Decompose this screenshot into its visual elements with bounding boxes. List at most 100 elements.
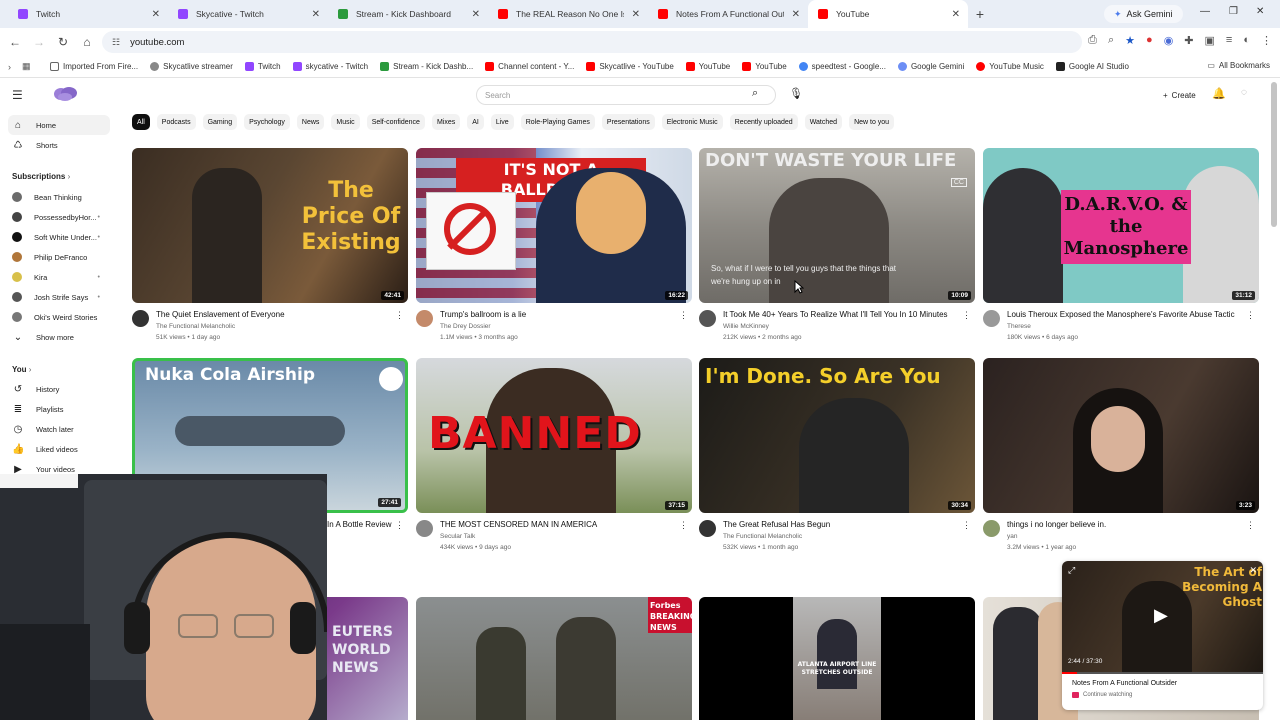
close-icon[interactable]: ✕ <box>312 9 320 20</box>
tab-skycative[interactable]: Skycative - Twitch ✕ <box>168 0 328 28</box>
chip[interactable]: Role-Playing Games <box>520 114 595 130</box>
maximize-button[interactable]: ❐ <box>1229 6 1238 17</box>
more-options-icon[interactable]: ⋮ <box>395 310 404 321</box>
video-title[interactable]: things i no longer believe in. <box>1007 520 1242 529</box>
video-thumbnail[interactable]: ATLANTA AIRPORT LINE STRETCHES OUTSIDE <box>699 597 975 720</box>
bookmark-item[interactable]: Skycatlive - YouTube <box>580 62 679 71</box>
video-thumbnail[interactable]: D.A.R.V.O. & the Manosphere 31:12 <box>983 148 1259 303</box>
bookmark-item[interactable]: skycative - Twitch <box>287 62 375 71</box>
more-options-icon[interactable]: ⋮ <box>1246 520 1255 531</box>
chip[interactable]: News <box>296 114 325 130</box>
sidepanel-icon[interactable]: ▣ <box>1205 34 1215 47</box>
sidebar-item-subscription[interactable]: Philip DeFranco <box>8 247 110 267</box>
more-options-icon[interactable]: ⋮ <box>1246 310 1255 321</box>
more-options-icon[interactable]: ⋮ <box>962 310 971 321</box>
video-title[interactable]: Louis Theroux Exposed the Manosphere's F… <box>1007 310 1242 319</box>
video-title[interactable]: Trump's ballroom is a lie <box>440 310 675 319</box>
chip[interactable]: Gaming <box>202 114 238 130</box>
more-options-icon[interactable]: ⋮ <box>679 520 688 531</box>
zoom-icon[interactable]: ⌕ <box>1108 34 1114 47</box>
bookmarks-chevron-icon[interactable]: › <box>8 62 22 72</box>
video-card[interactable]: Forbes BREAKING NEWS <box>416 597 692 720</box>
sidebar-item-subscription[interactable]: Josh Strife Says • <box>8 287 110 307</box>
extension-icon[interactable]: ● <box>1146 34 1153 47</box>
extension-icon[interactable]: ◉ <box>1164 34 1174 47</box>
microphone-icon[interactable]: 🎙 <box>789 87 803 100</box>
sidebar-item-subscription[interactable]: PossessedbyHor... • <box>8 207 110 227</box>
channel-avatar[interactable] <box>699 310 716 327</box>
chip[interactable]: Self-confidence <box>366 114 425 130</box>
video-card[interactable]: 3:23 things i no longer believe in. yan … <box>983 358 1259 553</box>
bookmark-item[interactable]: YouTube Music <box>970 62 1050 71</box>
you-header[interactable]: You › <box>12 365 31 374</box>
sidebar-show-more[interactable]: ⌄ Show more <box>8 327 110 347</box>
sidebar-item-playlists[interactable]: ≣ Playlists <box>8 399 110 419</box>
channel-name[interactable]: Secular Talk <box>440 533 475 540</box>
chip[interactable]: Music <box>331 114 360 130</box>
puzzle-icon[interactable]: ✚ <box>1184 34 1193 47</box>
expand-icon[interactable]: ⤢ <box>1068 565 1075 576</box>
video-card[interactable]: The Price Of Existing 42:41 The Quiet En… <box>132 148 408 343</box>
all-bookmarks-button[interactable]: ▭ All Bookmarks <box>1207 61 1270 70</box>
channel-avatar[interactable] <box>416 520 433 537</box>
progress-track[interactable] <box>1062 672 1263 674</box>
chip[interactable]: Watched <box>804 114 843 130</box>
channel-name[interactable]: The Drey Dossier <box>440 323 491 330</box>
chip-all[interactable]: All <box>132 114 150 130</box>
menu-icon[interactable]: ⋮ <box>1261 34 1272 47</box>
tab-real-reason[interactable]: The REAL Reason No One Is Sh ✕ <box>488 0 648 28</box>
channel-avatar[interactable] <box>699 520 716 537</box>
channel-name[interactable]: The Functional Melancholic <box>156 323 235 330</box>
bookmark-item[interactable]: Twitch <box>239 62 287 71</box>
new-tab-button[interactable]: + <box>968 6 992 22</box>
subscriptions-header[interactable]: Subscriptions › <box>12 172 70 181</box>
video-card[interactable]: IT'S NOT A BALLROOM 16:22 Trump's ballro… <box>416 148 692 343</box>
bookmark-item[interactable]: Stream - Kick Dashb... <box>374 62 479 71</box>
sidebar-item-subscription[interactable]: Kira • <box>8 267 110 287</box>
tab-youtube[interactable]: YouTube ✕ <box>808 0 968 28</box>
install-icon[interactable]: ⎙ <box>1088 34 1097 47</box>
ask-gemini-button[interactable]: ✦ Ask Gemini <box>1104 5 1183 23</box>
address-bar[interactable]: ☷ youtube.com <box>102 31 1082 53</box>
close-icon[interactable]: ✕ <box>152 9 160 20</box>
bookmark-item[interactable]: Imported From Fire... <box>44 62 144 71</box>
video-card[interactable]: ATLANTA AIRPORT LINE STRETCHES OUTSIDE <box>699 597 975 720</box>
video-title[interactable]: The Quiet Enslavement of Everyone <box>156 310 391 319</box>
channel-avatar[interactable] <box>983 520 1000 537</box>
chip[interactable]: Podcasts <box>156 114 196 130</box>
bookmark-star-icon[interactable]: ★ <box>1125 34 1135 47</box>
home-button[interactable]: ⌂ <box>75 35 99 49</box>
sidebar-item-watch-later[interactable]: ◷ Watch later <box>8 419 110 439</box>
forward-button[interactable]: → <box>27 35 51 49</box>
miniplayer-video[interactable]: The Art of Becoming A Ghost ⤢ ✕ ▶ 2:44 /… <box>1062 561 1263 674</box>
more-options-icon[interactable]: ⋮ <box>962 520 971 531</box>
video-thumbnail[interactable]: The Price Of Existing 42:41 <box>132 148 408 303</box>
bookmark-item[interactable]: YouTube <box>736 62 792 71</box>
apps-icon[interactable]: ▦ <box>22 61 44 72</box>
media-icon[interactable]: ≡ <box>1226 34 1232 47</box>
close-icon[interactable]: ✕ <box>632 9 640 20</box>
chip[interactable]: Live <box>490 114 514 130</box>
search-input[interactable]: Search <box>476 85 776 105</box>
channel-name[interactable]: The Functional Melancholic <box>723 533 802 540</box>
sidebar-item-subscription[interactable]: Soft White Under... • <box>8 227 110 247</box>
profile-avatar[interactable]: ◐ <box>1243 34 1250 47</box>
channel-logo[interactable] <box>52 85 80 103</box>
play-icon[interactable]: ▶ <box>1154 605 1168 626</box>
channel-name[interactable]: Willie McKinney <box>723 323 769 330</box>
sidebar-item-home[interactable]: ⌂ Home <box>8 115 110 135</box>
video-title[interactable]: It Took Me 40+ Years To Realize What I'l… <box>723 310 958 319</box>
bookmark-item[interactable]: YouTube <box>680 62 736 71</box>
tab-kick[interactable]: Stream - Kick Dashboard ✕ <box>328 0 488 28</box>
chip[interactable]: Mixes <box>431 114 461 130</box>
video-card[interactable]: BANNED 37:15 THE MOST CENSORED MAN IN AM… <box>416 358 692 553</box>
chip[interactable]: AI <box>467 114 484 130</box>
sidebar-item-shorts[interactable]: ♺ Shorts <box>8 135 110 155</box>
bookmark-item[interactable]: Channel content - Y... <box>479 62 580 71</box>
close-icon[interactable]: ✕ <box>1249 565 1257 576</box>
video-card[interactable]: DON'T WASTE YOUR LIFE So, what if I were… <box>699 148 975 343</box>
video-thumbnail[interactable]: IT'S NOT A BALLROOM 16:22 <box>416 148 692 303</box>
chip[interactable]: Recently uploaded <box>729 114 798 130</box>
channel-avatar[interactable] <box>416 310 433 327</box>
video-card[interactable]: I'm Done. So Are You 30:34 The Great Ref… <box>699 358 975 553</box>
